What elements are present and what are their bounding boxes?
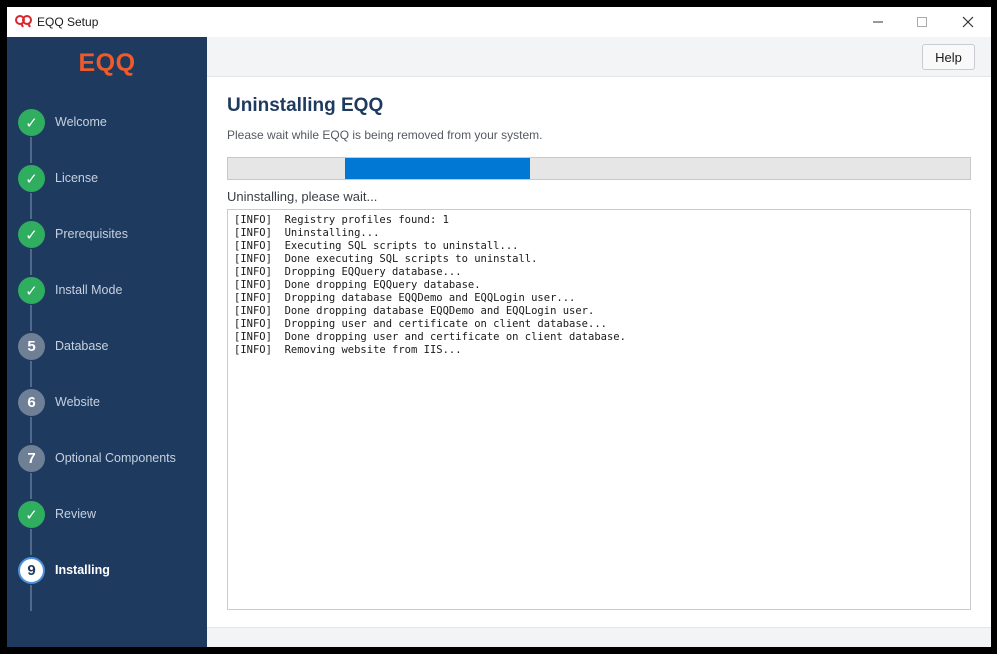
step-connector — [30, 361, 32, 387]
step-welcome: ✓ Welcome — [7, 107, 207, 163]
log-line: [INFO] Done executing SQL scripts to uni… — [234, 253, 538, 265]
step-connector — [30, 529, 32, 555]
app-logo-icon — [15, 15, 32, 28]
maximize-icon — [917, 17, 927, 27]
status-text: Uninstalling, please wait... — [227, 189, 378, 204]
step-prerequisites: ✓ Prerequisites — [7, 219, 207, 275]
step-label: Website — [55, 395, 100, 409]
step-status-icon: ✓ — [18, 109, 45, 136]
window-title: EQQ Setup — [37, 15, 99, 29]
bottom-bar — [207, 627, 991, 647]
log-line: [INFO] Dropping EQQuery database... — [234, 266, 462, 278]
page-subtitle: Please wait while EQQ is being removed f… — [227, 128, 543, 142]
step-connector — [30, 417, 32, 443]
log-line: [INFO] Registry profiles found: 1 — [234, 214, 449, 226]
step-connector — [30, 305, 32, 331]
main-panel: Help Uninstalling EQQ Please wait while … — [207, 37, 991, 647]
step-connector — [30, 585, 32, 611]
close-icon — [962, 16, 974, 28]
step-connector — [30, 193, 32, 219]
step-status-icon: ✓ — [18, 221, 45, 248]
step-optional-components: 7 Optional Components — [7, 443, 207, 499]
step-label: License — [55, 171, 99, 185]
step-label: Prerequisites — [55, 227, 128, 241]
wizard-sidebar: EQQ ✓ Welcome ✓ License ✓ Prerequisites … — [7, 37, 207, 647]
step-number: 9 — [18, 557, 45, 584]
minimize-icon — [873, 21, 883, 23]
step-label: Optional Components — [55, 451, 176, 465]
log-line: [INFO] Uninstalling... — [234, 227, 380, 239]
step-license: ✓ License — [7, 163, 207, 219]
step-database: 5 Database — [7, 331, 207, 387]
progress-bar — [227, 157, 971, 180]
step-label: Welcome — [55, 115, 107, 129]
step-connector — [30, 249, 32, 275]
step-status-icon: ✓ — [18, 165, 45, 192]
log-line: [INFO] Removing website from IIS... — [234, 344, 462, 356]
title-bar: EQQ Setup — [7, 7, 991, 37]
log-line: [INFO] Done dropping user and certificat… — [234, 331, 626, 343]
step-website: 6 Website — [7, 387, 207, 443]
step-label: Install Mode — [55, 283, 123, 297]
close-button[interactable] — [945, 7, 991, 37]
setup-window: EQQ Setup EQQ ✓ Welcome ✓ License ✓ Prer… — [7, 7, 991, 647]
help-button[interactable]: Help — [922, 44, 975, 70]
log-line: [INFO] Executing SQL scripts to uninstal… — [234, 240, 519, 252]
step-number: 7 — [18, 445, 45, 472]
step-label: Review — [55, 507, 96, 521]
log-output[interactable]: [INFO] Registry profiles found: 1 [INFO] … — [227, 209, 971, 610]
step-status-icon: ✓ — [18, 501, 45, 528]
log-line: [INFO] Done dropping EQQuery database. — [234, 279, 481, 291]
progress-indicator — [345, 158, 530, 179]
minimize-button[interactable] — [855, 7, 901, 37]
maximize-button[interactable] — [899, 7, 945, 37]
step-connector — [30, 473, 32, 499]
step-number: 6 — [18, 389, 45, 416]
brand-logo: EQQ — [78, 49, 136, 77]
step-connector — [30, 137, 32, 163]
log-line: [INFO] Done dropping database EQQDemo an… — [234, 305, 595, 317]
step-install-mode: ✓ Install Mode — [7, 275, 207, 331]
step-number: 5 — [18, 333, 45, 360]
step-review: ✓ Review — [7, 499, 207, 555]
step-installing: 9 Installing — [7, 555, 207, 611]
step-label: Installing — [55, 563, 110, 577]
step-label: Database — [55, 339, 109, 353]
page-title: Uninstalling EQQ — [227, 95, 384, 116]
log-line: [INFO] Dropping user and certificate on … — [234, 318, 607, 330]
log-line: [INFO] Dropping database EQQDemo and EQQ… — [234, 292, 576, 304]
step-status-icon: ✓ — [18, 277, 45, 304]
top-toolbar: Help — [207, 37, 991, 77]
